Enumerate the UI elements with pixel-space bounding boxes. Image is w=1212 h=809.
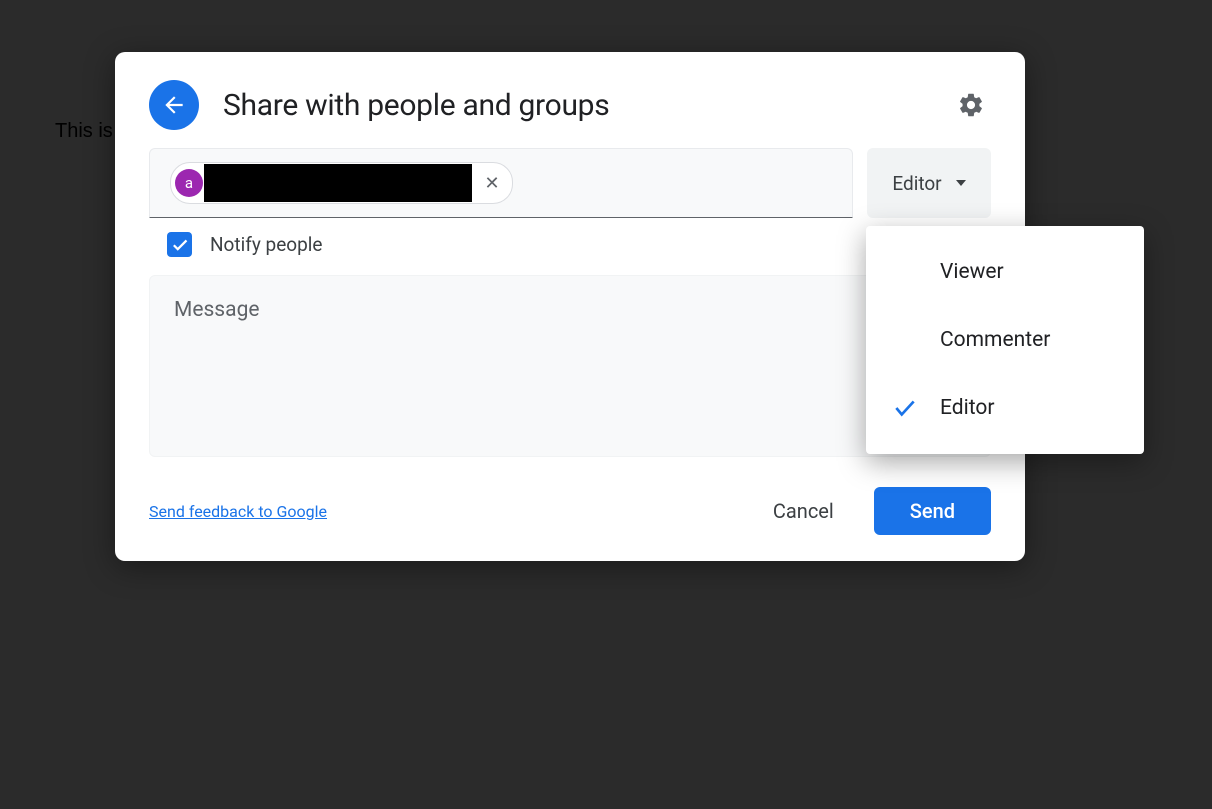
avatar: a [175,169,203,197]
role-dropdown-label: Editor [892,172,941,195]
recipient-chip: a ✕ [170,162,513,204]
cancel-button[interactable]: Cancel [751,487,856,535]
recipient-name-redacted [204,164,472,202]
role-dropdown-menu: Viewer Commenter Editor [866,226,1144,454]
caret-down-icon [956,180,966,186]
role-option-check [892,395,940,421]
role-dropdown-button[interactable]: Editor [867,148,991,218]
dialog-header: Share with people and groups [115,52,1025,148]
feedback-link[interactable]: Send feedback to Google [149,502,751,521]
role-option-label: Viewer [940,260,1004,284]
dialog-title: Share with people and groups [223,88,951,123]
recipient-input[interactable]: a ✕ [149,148,853,218]
check-icon [171,236,189,254]
role-option-label: Commenter [940,328,1050,352]
notify-checkbox[interactable] [167,232,192,257]
notify-label: Notify people [210,233,322,256]
message-input[interactable]: Message [149,275,991,457]
recipient-row: a ✕ Editor [115,148,1025,218]
remove-chip-button[interactable]: ✕ [476,167,508,199]
dialog-footer: Send feedback to Google Cancel Send [115,457,1025,561]
send-button[interactable]: Send [874,487,991,535]
role-option-commenter[interactable]: Commenter [866,306,1144,374]
gear-icon [957,91,985,119]
message-placeholder: Message [174,298,966,322]
role-option-editor[interactable]: Editor [866,374,1144,442]
role-option-label: Editor [940,396,994,420]
check-icon [892,395,918,421]
settings-button[interactable] [951,85,991,125]
role-option-viewer[interactable]: Viewer [866,238,1144,306]
background-document-text: This is [55,120,113,143]
back-button[interactable] [149,80,199,130]
arrow-left-icon [161,92,187,118]
